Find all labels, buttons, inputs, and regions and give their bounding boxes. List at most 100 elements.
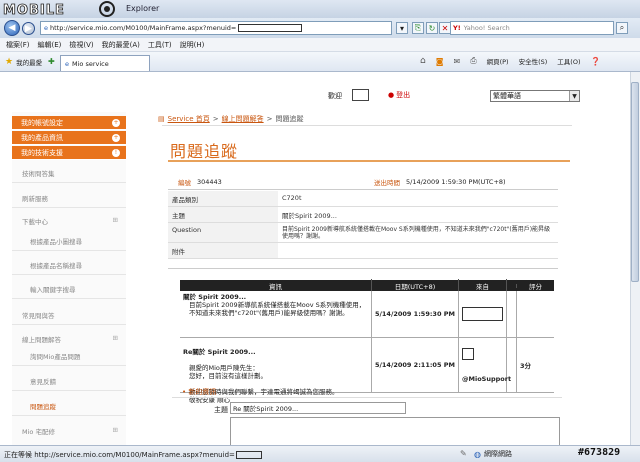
divider <box>168 189 558 190</box>
reply-section-title: • 新的資訊 <box>182 387 216 397</box>
safety-menu[interactable]: 安全性(S) <box>519 56 548 66</box>
sidebar-item-label: 下載中心 <box>22 218 48 226</box>
sidebar-item-label: 我的產品資訊 <box>21 133 63 142</box>
message-blank <box>507 338 517 392</box>
back-button[interactable]: ◀ <box>4 20 20 36</box>
message-date: 5/14/2009 2:11:05 PM <box>372 338 459 392</box>
page-title: 問題追蹤 <box>170 142 239 161</box>
bullet-icon: • <box>182 388 187 396</box>
expand-icon: + <box>112 118 120 127</box>
address-field[interactable]: e http://service.mio.com/M0100/MainFrame… <box>40 21 392 35</box>
sidebar-item-common-qa[interactable]: 常見問與答 <box>12 310 126 320</box>
help-icon[interactable]: ❓ <box>591 57 601 66</box>
subject-input[interactable]: Re 關於Spirit 2009... <box>230 402 406 414</box>
search-icon[interactable]: ⌕ <box>616 22 628 34</box>
info-label: 產品類別 <box>168 191 278 206</box>
expand-icon: + <box>112 133 120 142</box>
sidebar-item-faq-collection[interactable]: 技術問答集 <box>12 168 126 178</box>
divider <box>172 397 562 398</box>
feeds-icon[interactable]: ◙ <box>436 57 444 66</box>
menu-tools[interactable]: 工具(T) <box>148 40 172 50</box>
logout-button[interactable]: ● 登出 <box>388 90 410 100</box>
status-text: 正在等候 http://service.mio.com/M0100/MainFr… <box>4 450 262 460</box>
page-icon: e <box>65 59 69 68</box>
breadcrumb-home[interactable]: Service 首頁 <box>168 114 210 124</box>
tab-mio-service[interactable]: e Mio service <box>60 55 150 71</box>
info-row-attachment: 附件 <box>168 243 558 259</box>
sidebar-item-support[interactable]: 我的技術支援 ! <box>12 146 126 160</box>
sidebar-item-download-center[interactable]: 下載中心 ⊞ <box>12 216 126 226</box>
breadcrumb-separator: > <box>212 115 219 123</box>
sidebar-item-home-delivery[interactable]: Mio 宅配修 ⊞ <box>12 426 126 436</box>
info-icon: ! <box>112 148 120 157</box>
reply-title-text: 新的資訊 <box>188 388 217 396</box>
sidebar-item-search-by-name[interactable]: 根據產品名稱搜尋 <box>12 260 126 270</box>
home-icon[interactable]: ⌂ <box>420 56 426 66</box>
sidebar-item-tracking[interactable]: 問題追蹤 <box>12 401 126 411</box>
sidebar-item-feedback[interactable]: 意見反饋 <box>12 376 126 386</box>
plus-icon: ⊞ <box>112 426 118 434</box>
username-box <box>352 89 369 101</box>
message-title: Re關於 Spirit 2009... <box>183 348 256 356</box>
zone-label: 網際網路 <box>483 450 512 458</box>
divider <box>12 390 126 391</box>
ticket-id-label: 編號 <box>178 179 191 187</box>
refresh-icon[interactable]: ↻ <box>426 22 438 34</box>
message-cell: 關於 Spirit 2009... 目前Spirit 2009新導航系統僅搭載在… <box>180 291 372 337</box>
favorites-button[interactable]: ★ 我的最愛 <box>5 57 42 67</box>
message-score <box>517 291 554 337</box>
menu-file[interactable]: 檔案(F) <box>6 40 30 50</box>
globe-icon: ◍ <box>474 449 481 459</box>
sidebar-item-account[interactable]: 我的帳號設定 + <box>12 116 126 130</box>
tools-menu[interactable]: 工具(O) <box>557 56 580 66</box>
breadcrumb-online-answers[interactable]: 線上問題解答 <box>222 114 264 124</box>
message-cell: Re關於 Spirit 2009... 親愛的Mio用戶陳先生： 您好，目前沒有… <box>180 338 372 404</box>
message-from <box>459 291 507 337</box>
menu-bar: 檔案(F) 編輯(E) 檢視(V) 我的最愛(A) 工具(T) 說明(H) <box>0 38 640 52</box>
info-label: 附件 <box>168 243 278 258</box>
menu-help[interactable]: 說明(H) <box>180 40 205 50</box>
menu-view[interactable]: 檢視(V) <box>69 40 93 50</box>
info-table: 產品類別 C720t 主題 關於Spirit 2009... Question … <box>168 191 558 259</box>
language-select[interactable]: 繁體華語 ▼ <box>490 90 580 102</box>
sidebar-item-refresh-service[interactable]: 刷新服務 <box>12 193 126 203</box>
watermark: #673829 <box>578 447 621 458</box>
ticket-id: 編號 304443 <box>178 177 222 187</box>
thread-row: Re關於 Spirit 2009... 親愛的Mio用戶陳先生： 您好，目前沒有… <box>180 338 554 404</box>
message-score: 3分 <box>520 362 532 370</box>
sidebar-item-search-by-keyword[interactable]: 輸入關鍵字搜尋 <box>12 284 126 294</box>
sent-time-label: 送出時間 <box>374 179 400 187</box>
search-input[interactable]: Y! Yahoo! Search <box>450 21 614 35</box>
thread-table: 資訊 日期(UTC+8) 來自 評分 關於 Spirit 2009... 目前S… <box>180 278 554 404</box>
protected-mode-icon: ✎ <box>460 449 467 458</box>
plus-icon: ⊞ <box>112 334 118 342</box>
breadcrumb-current: 問題追蹤 <box>275 115 304 123</box>
info-row-question: Question 目前Spirit 2009新導航系統僅搭載在Moov S系列機… <box>168 223 558 243</box>
sidebar-item-products[interactable]: 我的產品資訊 + <box>12 131 126 145</box>
sidebar-item-label: 我的技術支援 <box>21 148 63 157</box>
reply-textarea[interactable] <box>230 417 560 447</box>
menu-edit[interactable]: 編輯(E) <box>38 40 62 50</box>
sidebar-item-online-answers[interactable]: 線上問題解答 ⊞ <box>12 334 126 344</box>
message-body: 目前Spirit 2009新導航系統僅搭載在Moov S系列機種使用，不知道未來… <box>189 301 366 317</box>
yahoo-icon: Y! <box>453 24 461 32</box>
sidebar-item-label: 線上問題解答 <box>22 336 61 344</box>
info-label: 主題 <box>168 207 278 222</box>
page-menu[interactable]: 網頁(P) <box>487 56 509 66</box>
sender-redacted-box <box>462 307 503 321</box>
sidebar-item-search-by-image[interactable]: 根據產品小圖搜尋 <box>12 236 126 246</box>
dropdown-arrow-icon[interactable]: ▾ <box>396 22 408 34</box>
compat-view-icon[interactable]: ⎘ <box>412 22 424 34</box>
add-favorite-icon[interactable]: ✚ <box>48 57 55 66</box>
mobile01-logo: MOBILE <box>3 1 123 18</box>
divider <box>162 125 572 126</box>
mail-icon[interactable]: ✉ <box>453 57 460 66</box>
forward-button[interactable]: ▶ <box>22 22 35 35</box>
sent-time-value: 5/14/2009 1:59:30 PM(UTC+8) <box>406 178 506 186</box>
subject-label: 主題 <box>214 406 228 414</box>
print-icon[interactable]: ⎙ <box>470 56 476 66</box>
sidebar-item-ask-mio[interactable]: 詢問Mio產品問題 <box>12 351 126 361</box>
scrollbar-thumb[interactable] <box>631 82 639 282</box>
menu-favorites[interactable]: 我的最愛(A) <box>102 40 140 50</box>
security-zone[interactable]: ◍ 網際網路 <box>474 449 512 459</box>
